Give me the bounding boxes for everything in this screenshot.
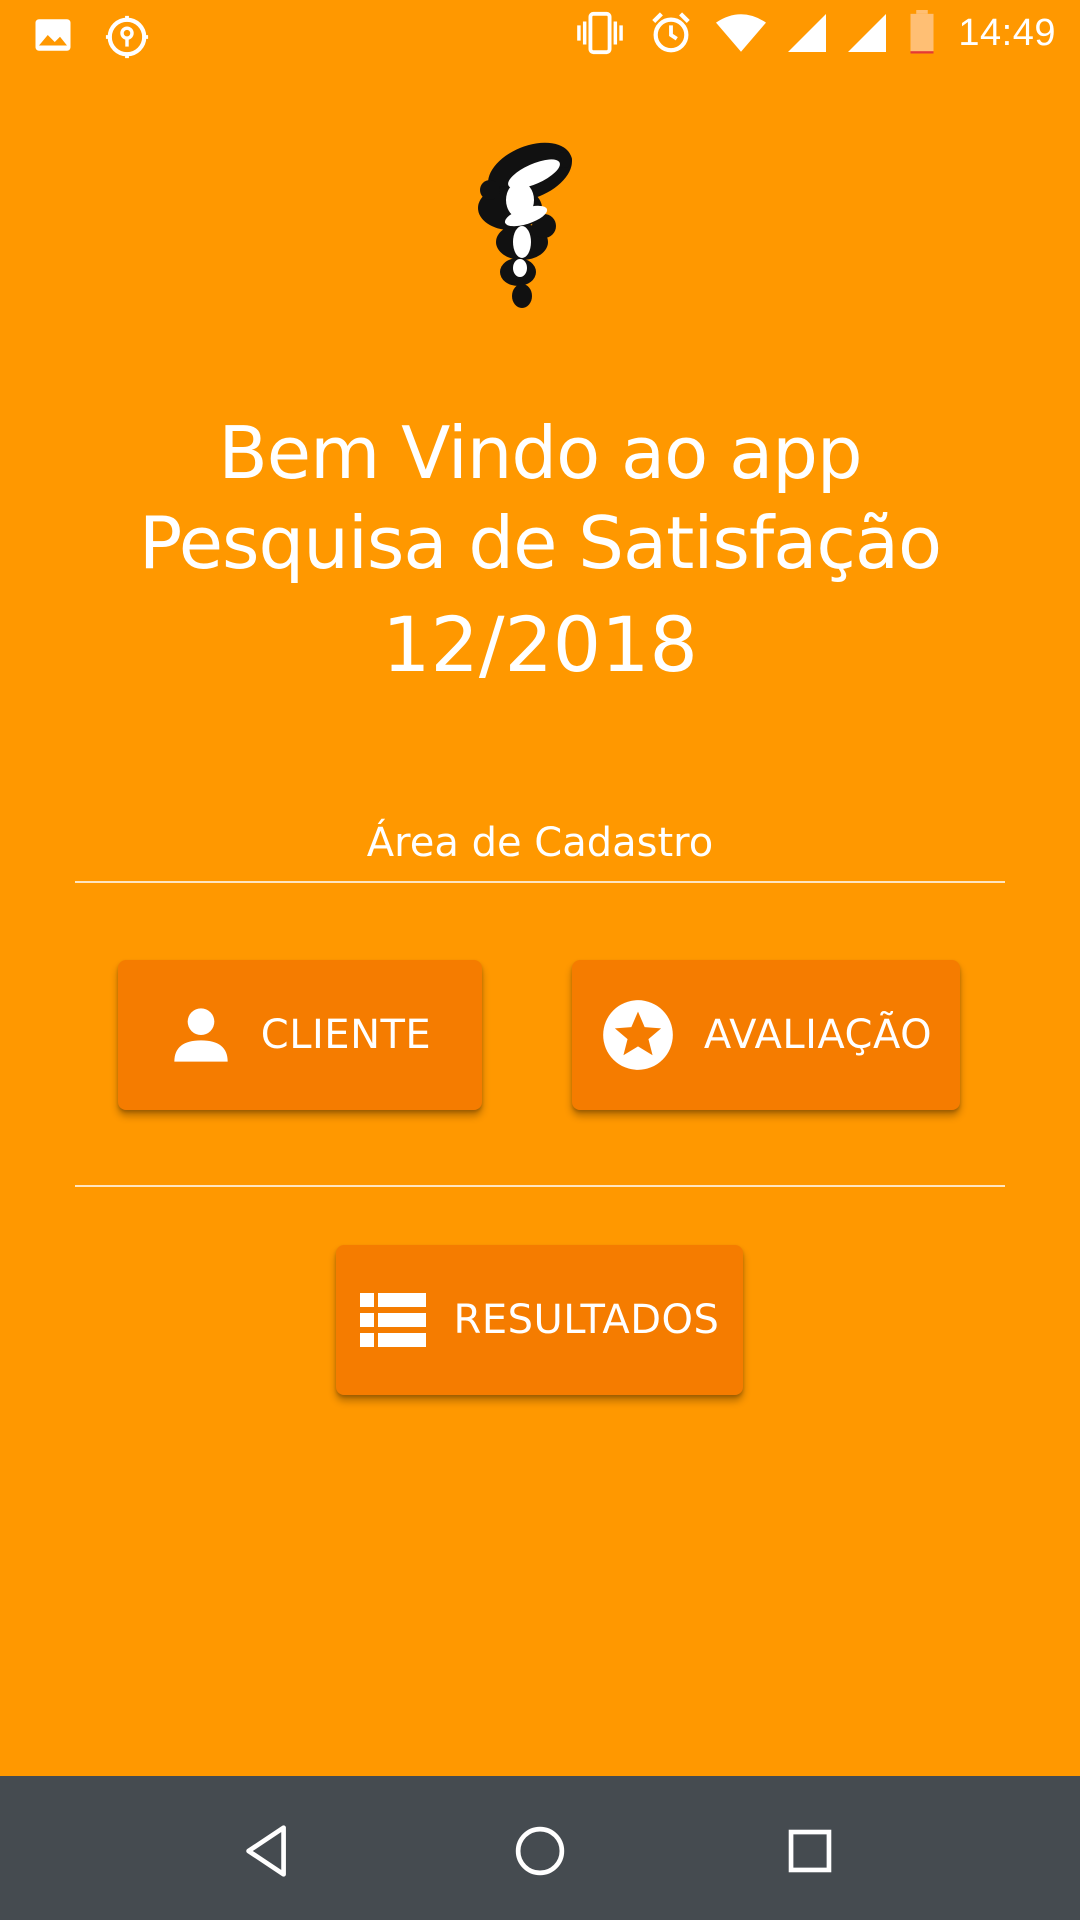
resultados-button[interactable]: RESULTADOS	[336, 1245, 743, 1395]
cliente-button[interactable]: CLIENTE	[118, 960, 482, 1110]
avaliacao-button[interactable]: AVALIAÇÃO	[572, 960, 960, 1110]
app-logo	[460, 130, 610, 330]
home-icon[interactable]	[505, 1816, 575, 1886]
welcome-line-1: Bem Vindo ao app	[218, 411, 862, 495]
welcome-date: 12/2018	[382, 600, 698, 689]
recent-apps-icon[interactable]	[775, 1816, 845, 1886]
person-icon	[169, 1003, 233, 1067]
vibrate-icon	[574, 10, 626, 56]
avaliacao-button-label: AVALIAÇÃO	[703, 1012, 933, 1058]
status-bar: 14:49	[0, 0, 1080, 74]
signal-icon	[788, 14, 827, 52]
resultados-button-label: RESULTADOS	[453, 1297, 720, 1343]
star-circle-icon	[600, 997, 676, 1073]
battery-icon	[908, 10, 936, 56]
back-icon[interactable]	[234, 1816, 304, 1886]
wifi-icon	[716, 13, 767, 53]
navigation-bar	[0, 1776, 1080, 1920]
divider-top	[75, 881, 1005, 883]
welcome-line-2: Pesquisa de Satisfação	[138, 501, 942, 585]
status-time: 14:49	[958, 11, 1056, 54]
divider-bottom	[75, 1185, 1005, 1187]
list-icon	[359, 1293, 426, 1347]
alarm-icon	[648, 10, 694, 56]
welcome-title: Bem Vindo ao app Pesquisa de Satisfação	[0, 408, 1080, 588]
cliente-button-label: CLIENTE	[260, 1012, 432, 1058]
signal-icon	[848, 14, 887, 52]
image-icon	[32, 14, 74, 60]
location-icon	[104, 14, 150, 60]
section-label: Área de Cadastro	[366, 820, 714, 866]
